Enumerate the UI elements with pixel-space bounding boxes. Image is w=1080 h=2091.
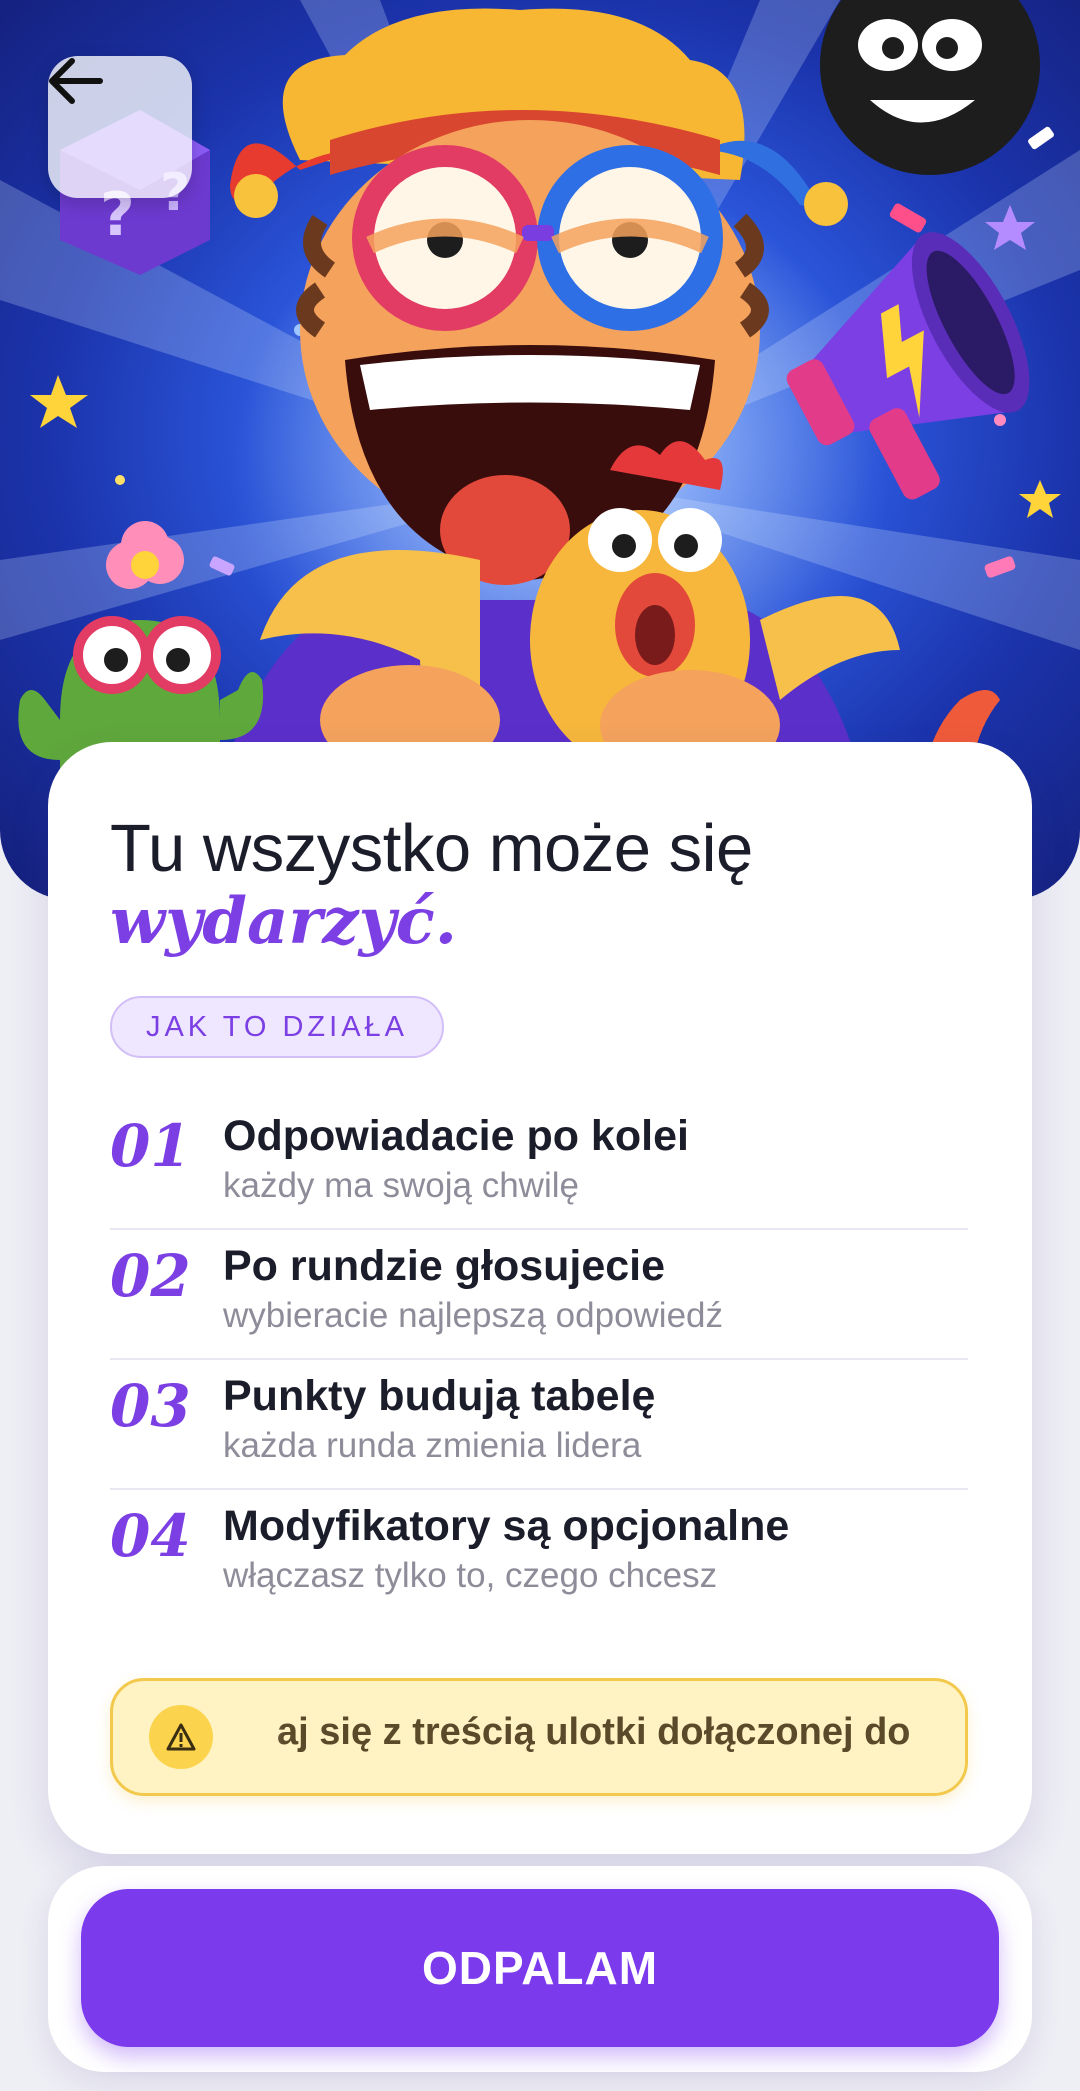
notice-fade-right xyxy=(905,1681,965,1793)
step-number: 03 xyxy=(110,1372,191,1440)
warning-icon xyxy=(149,1705,213,1769)
step-subtitle: wybieracie najlepszą odpowiedź xyxy=(223,1296,724,1335)
headline-line-2: wydarzyć. xyxy=(110,884,457,959)
cta-container: ODPALAM xyxy=(48,1866,1032,2072)
section-label-badge: JAK TO DZIAŁA xyxy=(110,996,444,1058)
step-item: 01 Odpowiadacie po kolei każdy ma swoją … xyxy=(110,1100,968,1230)
arrow-left-icon xyxy=(49,58,103,104)
step-title: Punkty budują tabelę xyxy=(223,1372,656,1420)
headline-line-1: Tu wszystko może się xyxy=(110,811,753,886)
step-subtitle: każda runda zmienia lidera xyxy=(223,1426,642,1465)
step-item: 03 Punkty budują tabelę każda runda zmie… xyxy=(110,1360,968,1490)
step-subtitle: włączasz tylko to, czego chcesz xyxy=(223,1556,718,1595)
back-button[interactable] xyxy=(48,56,192,198)
step-title: Po rundzie głosujecie xyxy=(223,1242,666,1290)
warning-notice-marquee: aj się z treścią ulotki dołączonej do xyxy=(110,1678,968,1796)
step-title: Odpowiadacie po kolei xyxy=(223,1112,689,1160)
step-item: 04 Modyfikatory są opcjonalne włączasz t… xyxy=(110,1490,968,1620)
steps-list: 01 Odpowiadacie po kolei każdy ma swoją … xyxy=(110,1100,968,1620)
step-subtitle: każdy ma swoją chwilę xyxy=(223,1166,579,1205)
step-title: Modyfikatory są opcjonalne xyxy=(223,1502,790,1550)
notice-fade-left xyxy=(223,1681,283,1793)
step-item: 02 Po rundzie głosujecie wybieracie najl… xyxy=(110,1230,968,1360)
step-number: 01 xyxy=(110,1112,191,1180)
info-card: Tu wszystko może się wydarzyć. JAK TO DZ… xyxy=(48,742,1032,1854)
start-button[interactable]: ODPALAM xyxy=(81,1889,999,2047)
step-number: 02 xyxy=(110,1242,191,1310)
step-number: 04 xyxy=(110,1502,191,1570)
notice-text: aj się z treścią ulotki dołączonej do xyxy=(277,1711,911,1753)
